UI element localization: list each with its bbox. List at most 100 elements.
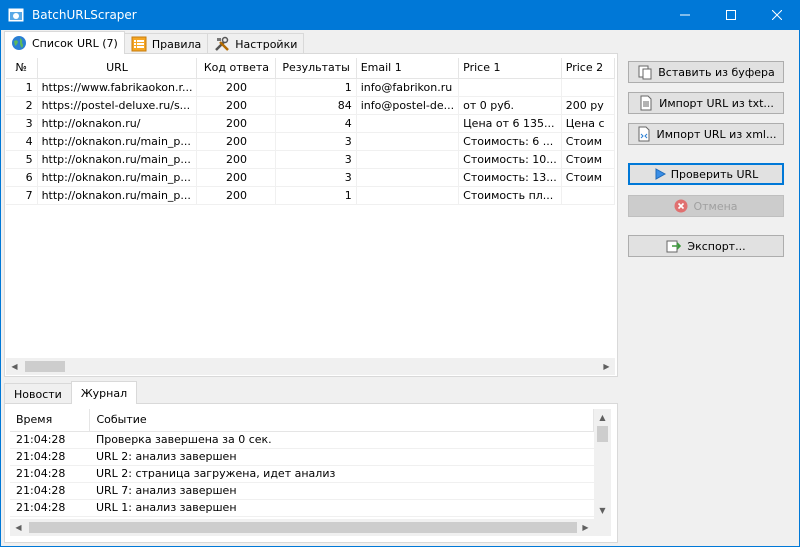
scroll-up-icon[interactable]: ▲ [594, 409, 611, 426]
cell-number: 4 [6, 132, 38, 151]
close-button[interactable] [754, 0, 800, 30]
log-time: 21:04:28 [10, 465, 90, 483]
log-event: Проверка завершена за 0 сек. [89, 431, 594, 449]
cell-email-1 [356, 168, 460, 187]
log-time: 21:04:28 [10, 499, 90, 517]
bottom-tabs: Новости Журнал [4, 381, 138, 404]
check-url-label: Проверить URL [670, 167, 759, 181]
cell-results: 4 [275, 114, 357, 133]
cell-url: http://oknakon.ru/main_p... [37, 186, 198, 205]
col-header-price-2[interactable]: Price 2 [561, 58, 615, 79]
table-row[interactable]: 3 http://oknakon.ru/200 4 Цена от 6 135... Ц… [6, 114, 615, 133]
cell-email-1: info@fabrikon.ru [356, 78, 460, 97]
cell-results: 84 [275, 96, 357, 115]
cell-email-1 [356, 150, 460, 169]
cell-number: 2 [6, 96, 38, 115]
paste-from-clipboard-button[interactable]: Вставить из буфера [628, 61, 784, 83]
log-time: 21:04:28 [10, 431, 90, 449]
cell-url: https://postel-deluxe.ru/s... [37, 96, 198, 115]
table-row[interactable]: 1 https://www.fabrikaokon.r... 200 1 info@fa… [6, 78, 615, 97]
col-header-email-1[interactable]: Email 1 [356, 58, 460, 79]
maximize-button[interactable] [708, 0, 754, 30]
log-event: URL 7: анализ завершен [89, 482, 594, 500]
cell-email-1: info@postel-de... [356, 96, 460, 115]
scroll-down-icon[interactable]: ▼ [594, 502, 611, 519]
play-icon [655, 168, 666, 180]
grid-header-row: № URL Код ответа Результаты Email 1 Pric… [6, 58, 615, 79]
check-url-button[interactable]: Проверить URL [628, 163, 784, 185]
log-header-row: Время Событие [10, 409, 594, 432]
col-header-event[interactable]: Событие [89, 409, 594, 432]
log-horizontal-scrollbar[interactable]: ◀ ▶ [10, 519, 611, 536]
cell-number: 6 [6, 168, 38, 187]
import-xml-button[interactable]: Импорт URL из xml... [628, 123, 784, 145]
scroll-left-icon[interactable]: ◀ [6, 358, 23, 375]
table-row[interactable]: 2 https://postel-deluxe.ru/s... 200 84 info@… [6, 96, 615, 115]
log-row[interactable]: 21:04:28 URL 7: анализ завершен [10, 482, 594, 500]
paste-from-clipboard-label: Вставить из буфера [658, 65, 775, 79]
xml-file-icon [638, 126, 650, 142]
log-row[interactable]: 21:04:28 URL 1: анализ завершен [10, 499, 594, 517]
scroll-left-icon[interactable]: ◀ [10, 519, 27, 536]
scroll-right-icon[interactable]: ▶ [577, 519, 594, 536]
log-event: URL 2: анализ завершен [89, 448, 594, 466]
cell-price-2 [561, 186, 615, 205]
tab-log[interactable]: Журнал [70, 381, 138, 404]
cancel-button[interactable]: Отмена [628, 195, 784, 217]
col-header-url[interactable]: URL [37, 58, 198, 79]
url-grid[interactable]: № URL Код ответа Результаты Email 1 Pric… [6, 58, 615, 358]
cell-results: 3 [275, 132, 357, 151]
cancel-label: Отмена [693, 199, 738, 213]
main-tabs: Список URL (7) Правила Настройки [4, 31, 305, 54]
cell-status-code: 200 [196, 78, 277, 97]
scrollbar-thumb[interactable] [29, 522, 577, 533]
cell-number: 3 [6, 114, 38, 133]
tab-log-label: Журнал [80, 386, 128, 400]
log-event: URL 1: анализ завершен [89, 499, 594, 517]
scrollbar-thumb[interactable] [597, 426, 608, 442]
table-row[interactable]: 4 http://oknakon.ru/main_p... 200 3 Стоимост… [6, 132, 615, 151]
cell-price-1: от 0 руб. [458, 96, 562, 115]
cell-url: http://oknakon.ru/ [37, 114, 198, 133]
minimize-button[interactable] [662, 0, 708, 30]
cell-url: http://oknakon.ru/main_p... [37, 132, 198, 151]
log-vertical-scrollbar[interactable]: ▲ ▼ [594, 409, 611, 519]
scrollbar-thumb[interactable] [25, 361, 65, 372]
tab-url-list[interactable]: Список URL (7) [4, 31, 125, 54]
cell-price-1: Стоимость пл... [458, 186, 562, 205]
grid-horizontal-scrollbar[interactable]: ◀ ▶ [6, 358, 615, 375]
export-icon [666, 240, 682, 253]
table-row[interactable]: 5 http://oknakon.ru/main_p... 200 3 Стоимост… [6, 150, 615, 169]
maximize-icon [726, 10, 736, 20]
table-row[interactable]: 7 http://oknakon.ru/main_p... 200 1 Стоимост… [6, 186, 615, 205]
cell-status-code: 200 [196, 96, 277, 115]
log-list[interactable]: Время Событие 21:04:28 Проверка завершена… [10, 409, 594, 519]
scroll-right-icon[interactable]: ▶ [598, 358, 615, 375]
log-event: URL 2: страница загружена, идет анализ [89, 465, 594, 483]
cell-price-1: Цена от 6 135... [458, 114, 562, 133]
col-header-time[interactable]: Время [10, 409, 91, 432]
window-title: BatchURLScraper [32, 8, 137, 22]
cell-price-1: Стоимость: 10... [458, 150, 562, 169]
export-button[interactable]: Экспорт... [628, 235, 784, 257]
cell-status-code: 200 [196, 150, 277, 169]
log-row[interactable]: 21:04:28 URL 2: анализ завершен [10, 448, 594, 466]
table-row[interactable]: 6 http://oknakon.ru/main_p... 200 3 Стоимост… [6, 168, 615, 187]
col-header-status-code[interactable]: Код ответа [196, 58, 277, 79]
tab-news[interactable]: Новости [4, 383, 72, 404]
cell-url: https://www.fabrikaokon.r... [37, 78, 198, 97]
tab-settings-label: Настройки [235, 37, 298, 51]
cell-price-2: Стоим [561, 150, 615, 169]
cell-number: 7 [6, 186, 38, 205]
rules-list-icon [131, 36, 147, 52]
log-row[interactable]: 21:04:28 Проверка завершена за 0 сек. [10, 431, 594, 449]
col-header-price-1[interactable]: Price 1 [458, 58, 562, 79]
tab-settings[interactable]: Настройки [207, 33, 305, 54]
tab-rules[interactable]: Правила [123, 33, 209, 54]
col-header-number[interactable]: № [6, 58, 38, 79]
import-txt-button[interactable]: Импорт URL из txt... [628, 92, 784, 114]
log-row[interactable]: 21:04:28 URL 2: страница загружена, идет … [10, 465, 594, 483]
title-bar: BatchURLScraper [0, 0, 800, 30]
cell-url: http://oknakon.ru/main_p... [37, 150, 198, 169]
col-header-results[interactable]: Результаты [275, 58, 357, 79]
